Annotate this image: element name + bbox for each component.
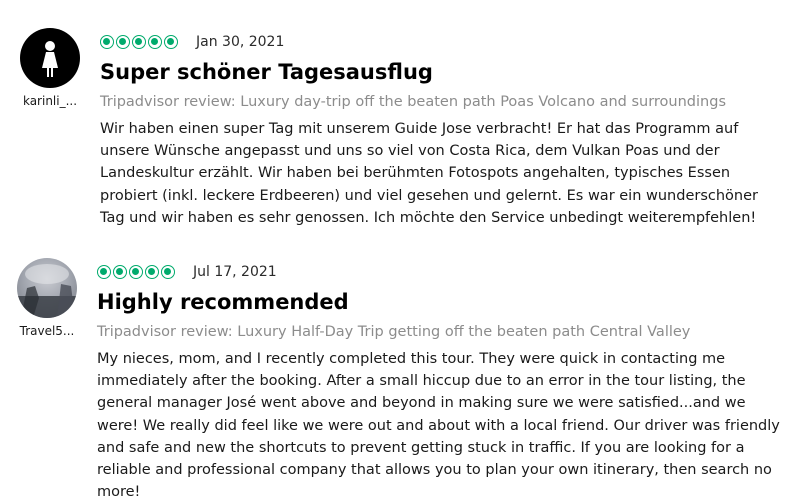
rating-bubble-icon [132,35,146,49]
avatar[interactable] [17,258,77,318]
rating-bubble-icon [145,265,159,279]
reviewer-username[interactable]: karinli_... [15,94,85,108]
rating-bubble-icon [97,265,111,279]
review-title[interactable]: Super schöner Tagesausflug [100,58,780,86]
rating-bubbles [100,35,178,49]
review-date: Jan 30, 2021 [196,34,285,50]
rating-bubble-icon [116,35,130,49]
rating-bubble-icon [100,35,114,49]
review-date: Jul 17, 2021 [193,264,277,280]
review-source[interactable]: Tripadvisor review: Luxury Half-Day Trip… [97,322,780,342]
rating-bubble-icon [148,35,162,49]
rating-bubble-icon [161,265,175,279]
review-card: Travel5... Jul 17, 2021 Highly recommend… [0,250,800,500]
female-person-icon [42,41,58,77]
review-title[interactable]: Highly recommended [97,288,780,316]
review-meta: Jan 30, 2021 [100,32,780,52]
rating-bubbles [97,265,175,279]
avatar[interactable] [20,28,80,88]
review-body: My nieces, mom, and I recently completed… [97,351,780,501]
rating-bubble-icon [113,265,127,279]
photo-avatar-icon [17,264,77,318]
review-meta: Jul 17, 2021 [97,262,780,282]
reviewer-profile[interactable]: Travel5... [12,258,82,338]
reviewer-username[interactable]: Travel5... [12,324,82,338]
review-content: Jul 17, 2021 Highly recommended Tripadvi… [97,262,780,503]
review-source[interactable]: Tripadvisor review: Luxury day-trip off … [100,92,780,112]
rating-bubble-icon [164,35,178,49]
review-content: Jan 30, 2021 Super schöner Tagesausflug … [100,32,780,229]
rating-bubble-icon [129,265,143,279]
review-card: karinli_... Jan 30, 2021 Super schöner T… [0,0,800,250]
review-body: Wir haben einen super Tag mit unserem Gu… [100,121,758,226]
reviewer-profile[interactable]: karinli_... [15,28,85,108]
